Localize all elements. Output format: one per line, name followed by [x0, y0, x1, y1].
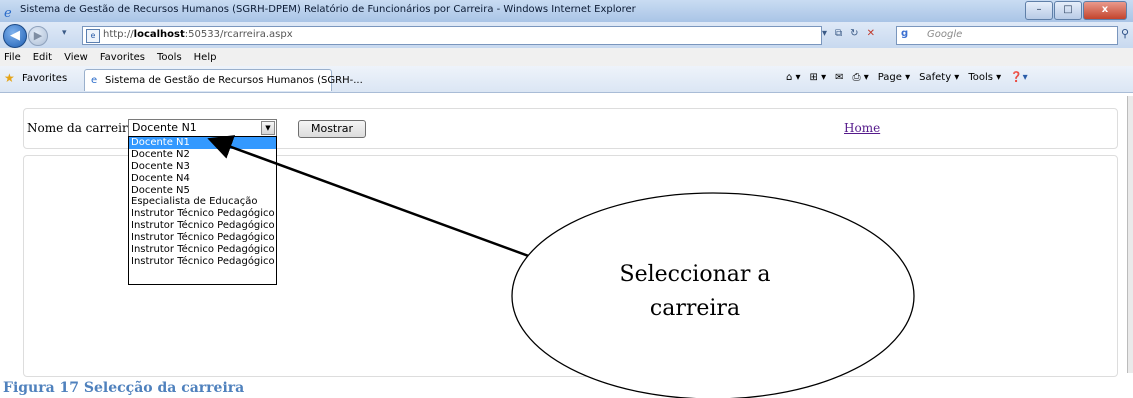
callout-arrow: [207, 135, 546, 264]
annotation-overlay: [207, 135, 915, 398]
callout-line-2: carreira: [649, 296, 741, 321]
callout-text: Seleccionar a carreira: [560, 258, 830, 326]
callout-line-1: Seleccionar a: [619, 262, 771, 287]
figure-caption: Figura 17 Selecção da carreira: [3, 380, 245, 396]
